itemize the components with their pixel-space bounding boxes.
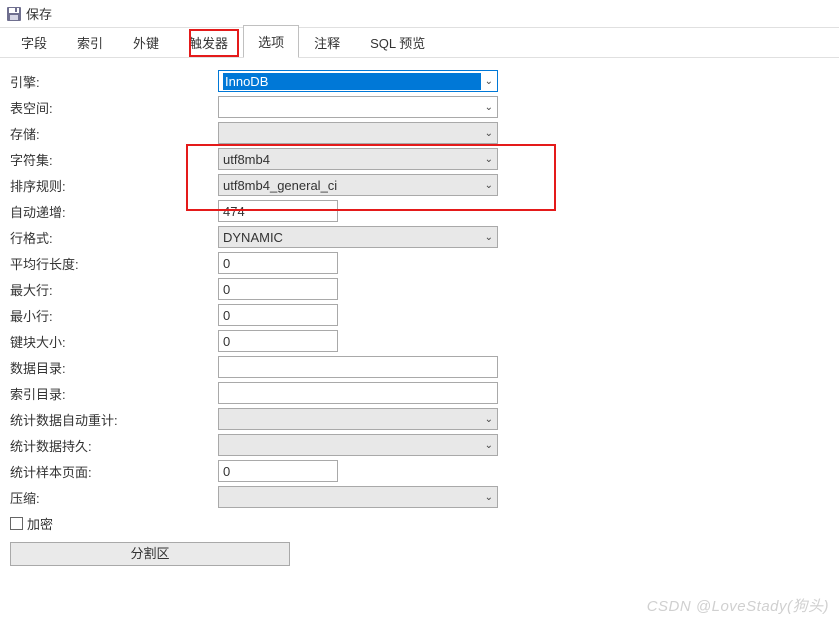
collation-label: 排序规则: (8, 176, 218, 195)
tab-bar: 字段 索引 外键 触发器 选项 注释 SQL 预览 (0, 28, 839, 58)
stats-persistent-select[interactable]: ⌄ (218, 434, 498, 456)
stats-sample-pages-input[interactable]: 0 (218, 460, 338, 482)
row-format-select[interactable]: DYNAMIC⌄ (218, 226, 498, 248)
watermark: CSDN @LoveStady(狗头) (647, 595, 829, 616)
charset-label: 字符集: (8, 150, 218, 169)
tab-indexes[interactable]: 索引 (62, 26, 118, 58)
tab-foreign-keys[interactable]: 外键 (118, 26, 174, 58)
tab-fields[interactable]: 字段 (6, 26, 62, 58)
chevron-down-icon: ⌄ (485, 76, 493, 87)
key-block-size-label: 键块大小: (8, 332, 218, 351)
avg-row-length-input[interactable]: 0 (218, 252, 338, 274)
chevron-down-icon: ⌄ (485, 414, 493, 425)
encrypt-checkbox[interactable] (10, 517, 23, 530)
stats-sample-pages-label: 统计样本页面: (8, 462, 218, 481)
min-rows-input[interactable]: 0 (218, 304, 338, 326)
partition-button[interactable]: 分割区 (10, 542, 290, 566)
row-format-label: 行格式: (8, 228, 218, 247)
stats-persistent-label: 统计数据持久: (8, 436, 218, 455)
encrypt-label: 加密 (27, 514, 53, 533)
storage-label: 存储: (8, 124, 218, 143)
index-directory-label: 索引目录: (8, 384, 218, 403)
data-directory-label: 数据目录: (8, 358, 218, 377)
min-rows-label: 最小行: (8, 306, 218, 325)
tablespace-select[interactable]: ⌄ (218, 96, 498, 118)
tab-comment[interactable]: 注释 (299, 26, 355, 58)
storage-select[interactable]: ⌄ (218, 122, 498, 144)
auto-increment-label: 自动递增: (8, 202, 218, 221)
avg-row-length-label: 平均行长度: (8, 254, 218, 273)
tablespace-label: 表空间: (8, 98, 218, 117)
compression-label: 压缩: (8, 488, 218, 507)
engine-label: 引擎: (8, 72, 218, 91)
chevron-down-icon: ⌄ (485, 102, 493, 113)
chevron-down-icon: ⌄ (485, 180, 493, 191)
stats-auto-recalc-label: 统计数据自动重计: (8, 410, 218, 429)
tab-sql-preview[interactable]: SQL 预览 (355, 26, 440, 58)
stats-auto-recalc-select[interactable]: ⌄ (218, 408, 498, 430)
collation-select[interactable]: utf8mb4_general_ci⌄ (218, 174, 498, 196)
options-form: 引擎: InnoDB ⌄ 表空间: ⌄ 存储: ⌄ 字符集: utf8mb4⌄ … (0, 58, 839, 570)
compression-select[interactable]: ⌄ (218, 486, 498, 508)
tab-options[interactable]: 选项 (243, 25, 299, 58)
save-icon[interactable] (6, 6, 22, 22)
chevron-down-icon: ⌄ (485, 440, 493, 451)
key-block-size-input[interactable]: 0 (218, 330, 338, 352)
charset-select[interactable]: utf8mb4⌄ (218, 148, 498, 170)
save-button[interactable]: 保存 (26, 4, 52, 23)
auto-increment-input[interactable]: 474 (218, 200, 338, 222)
chevron-down-icon: ⌄ (485, 492, 493, 503)
toolbar: 保存 (0, 0, 839, 28)
engine-select[interactable]: InnoDB ⌄ (218, 70, 498, 92)
tab-triggers[interactable]: 触发器 (174, 26, 243, 58)
chevron-down-icon: ⌄ (485, 154, 493, 165)
index-directory-input[interactable] (218, 382, 498, 404)
chevron-down-icon: ⌄ (485, 232, 493, 243)
max-rows-input[interactable]: 0 (218, 278, 338, 300)
max-rows-label: 最大行: (8, 280, 218, 299)
chevron-down-icon: ⌄ (485, 128, 493, 139)
data-directory-input[interactable] (218, 356, 498, 378)
